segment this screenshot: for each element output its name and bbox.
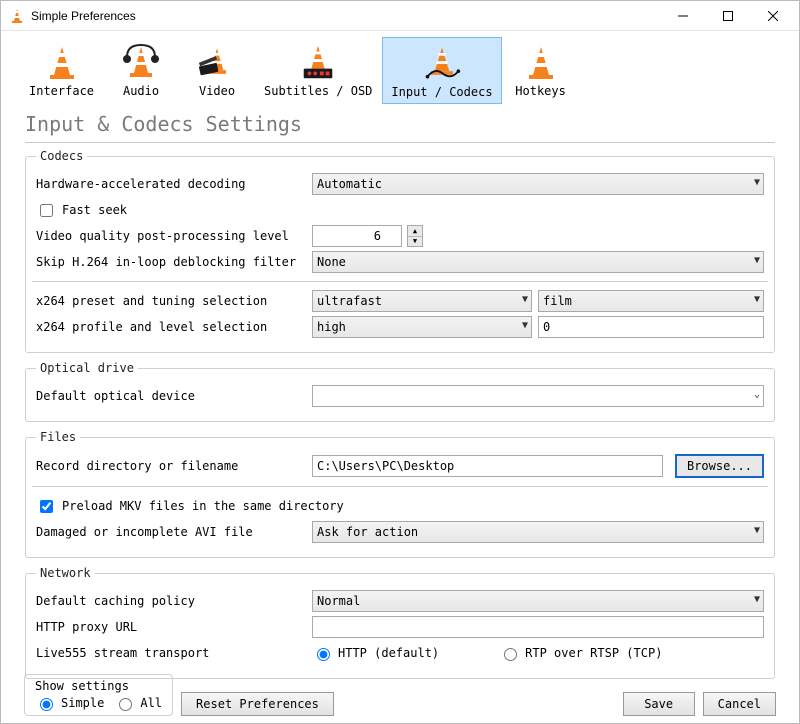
group-legend: Optical drive	[36, 361, 138, 375]
cache-label: Default caching policy	[36, 594, 306, 608]
fast-seek-checkbox[interactable]: Fast seek	[36, 199, 764, 221]
group-codecs: Codecs Hardware-accelerated decoding Aut…	[25, 149, 775, 353]
spin-down-icon[interactable]: ▼	[408, 237, 422, 247]
tab-hotkeys[interactable]: Hotkeys	[504, 37, 578, 104]
vlc-app-icon	[9, 8, 25, 24]
minimize-button[interactable]	[660, 2, 705, 30]
hw-decode-label: Hardware-accelerated decoding	[36, 177, 306, 191]
maximize-button[interactable]	[705, 2, 750, 30]
record-dir-input[interactable]	[312, 455, 663, 477]
cone-icon	[521, 41, 561, 81]
reset-button[interactable]: Reset Preferences	[181, 692, 334, 716]
show-simple-radio[interactable]: Simple	[35, 695, 104, 711]
tab-label: Interface	[29, 84, 94, 98]
cache-select[interactable]: Normal	[312, 590, 764, 612]
fast-seek-input[interactable]	[40, 204, 53, 217]
x264-profile-select[interactable]: high	[312, 316, 532, 338]
proxy-input[interactable]	[312, 616, 764, 638]
optical-device-select[interactable]	[312, 385, 764, 407]
preload-mkv-checkbox[interactable]: Preload MKV files in the same directory	[36, 495, 764, 517]
window-title: Simple Preferences	[31, 9, 660, 23]
preload-mkv-label: Preload MKV files in the same directory	[62, 499, 344, 513]
tab-label: Hotkeys	[515, 84, 566, 98]
skip-label: Skip H.264 in-loop deblocking filter	[36, 255, 306, 269]
show-settings-group: Show settings Simple All	[24, 674, 173, 716]
tab-subtitles[interactable]: Subtitles / OSD	[256, 37, 380, 104]
page-title: Input & Codecs Settings	[1, 106, 799, 138]
cone-subs-icon	[298, 41, 338, 81]
vq-spinner[interactable]	[312, 225, 402, 247]
bottom-bar: Show settings Simple All Reset Preferenc…	[0, 674, 800, 716]
tab-label: Subtitles / OSD	[264, 84, 372, 98]
spinner-buttons[interactable]: ▲▼	[407, 225, 423, 247]
hw-decode-select[interactable]: Automatic	[312, 173, 764, 195]
avi-label: Damaged or incomplete AVI file	[36, 525, 306, 539]
close-button[interactable]	[750, 2, 795, 30]
show-all-radio[interactable]: All	[114, 695, 162, 711]
record-dir-label: Record directory or filename	[36, 459, 306, 473]
browse-button[interactable]: Browse...	[675, 454, 764, 478]
x264-preset-select[interactable]: ultrafast	[312, 290, 532, 312]
save-button[interactable]: Save	[623, 692, 695, 716]
live555-rtp-radio[interactable]: RTP over RTSP (TCP)	[499, 645, 662, 661]
tab-input-codecs[interactable]: Input / Codecs	[382, 37, 501, 104]
x264-level-input[interactable]	[538, 316, 764, 338]
tab-label: Audio	[123, 84, 159, 98]
tab-label: Video	[199, 84, 235, 98]
x264-profile-label: x264 profile and level selection	[36, 320, 306, 334]
tab-audio[interactable]: Audio	[104, 37, 178, 104]
cone-clapper-icon	[197, 41, 237, 81]
live555-label: Live555 stream transport	[36, 646, 306, 660]
titlebar: Simple Preferences	[1, 1, 799, 31]
skip-select[interactable]: None	[312, 251, 764, 273]
group-legend: Codecs	[36, 149, 87, 163]
live555-http-radio[interactable]: HTTP (default)	[312, 645, 439, 661]
cone-headphones-icon	[121, 41, 161, 81]
preload-mkv-input[interactable]	[40, 500, 53, 513]
avi-select[interactable]: Ask for action	[312, 521, 764, 543]
group-files: Files Record directory or filename Brows…	[25, 430, 775, 558]
spin-up-icon[interactable]: ▲	[408, 226, 422, 237]
proxy-label: HTTP proxy URL	[36, 620, 306, 634]
tab-interface[interactable]: Interface	[21, 37, 102, 104]
group-legend: Files	[36, 430, 80, 444]
cancel-button[interactable]: Cancel	[703, 692, 776, 716]
optical-device-label: Default optical device	[36, 389, 306, 403]
group-network: Network Default caching policy Normal▼ H…	[25, 566, 775, 679]
cone-cables-icon	[422, 42, 462, 82]
category-toolbar: Interface Audio Video Subtitles / OSD In…	[1, 31, 799, 106]
group-optical: Optical drive Default optical device ⌄	[25, 361, 775, 422]
x264-preset-label: x264 preset and tuning selection	[36, 294, 306, 308]
vq-label: Video quality post-processing level	[36, 229, 306, 243]
x264-tune-select[interactable]: film	[538, 290, 764, 312]
group-legend: Network	[36, 566, 95, 580]
content-area: Codecs Hardware-accelerated decoding Aut…	[1, 143, 799, 679]
fast-seek-label: Fast seek	[62, 203, 127, 217]
show-settings-label: Show settings	[35, 679, 162, 693]
tab-video[interactable]: Video	[180, 37, 254, 104]
tab-label: Input / Codecs	[391, 85, 492, 99]
cone-icon	[42, 41, 82, 81]
